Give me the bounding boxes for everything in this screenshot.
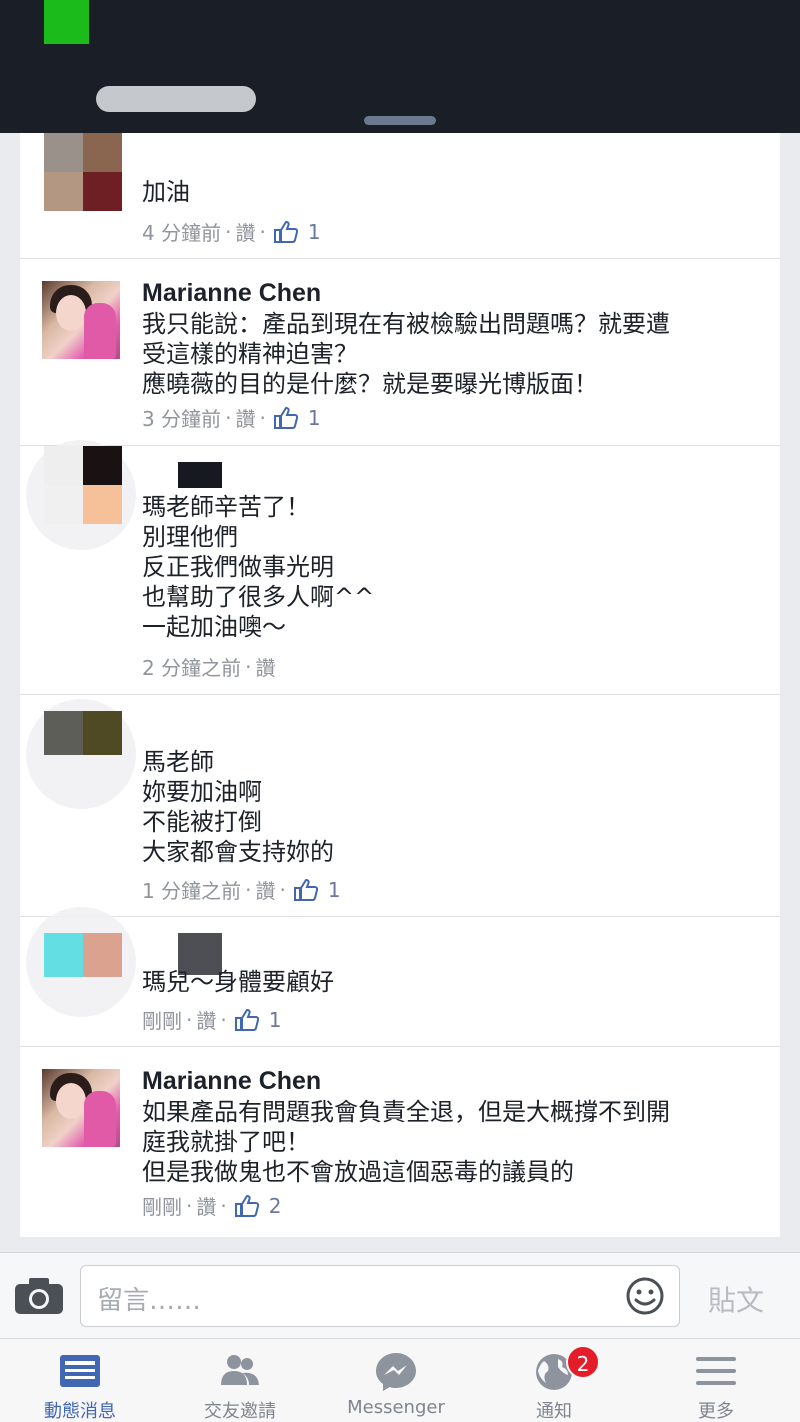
avatar[interactable] bbox=[42, 281, 120, 359]
comment-meta: 剛剛 · 讚 · 1 bbox=[142, 1005, 281, 1034]
tab-notifications[interactable]: 2 通知 bbox=[474, 1339, 634, 1422]
comment-meta: 1 分鐘之前 · 讚 · 1 bbox=[142, 875, 341, 904]
like-button[interactable]: 讚 bbox=[196, 1005, 216, 1034]
avatar[interactable] bbox=[44, 133, 122, 211]
like-button[interactable]: 讚 bbox=[196, 1191, 216, 1220]
tab-label: 動態消息 bbox=[44, 1401, 116, 1422]
avatar[interactable] bbox=[42, 1069, 120, 1147]
comment-feed: 加油 4 分鐘前 · 讚 · 1 Marianne Chen 我只能說：產品到現… bbox=[20, 133, 780, 1237]
news-feed-icon bbox=[60, 1355, 100, 1387]
comment-author[interactable]: Marianne Chen bbox=[142, 279, 321, 308]
like-button[interactable]: 讚 bbox=[235, 217, 255, 246]
thumbs-up-icon bbox=[234, 1194, 259, 1217]
comment-author[interactable]: Marianne Chen bbox=[142, 1067, 321, 1096]
comment-item: 馬老師 妳要加油啊 不能被打倒 大家都會支持妳的 1 分鐘之前 · 讚 · 1 bbox=[20, 695, 780, 917]
like-count: 1 bbox=[307, 219, 321, 244]
comment-meta: 剛剛 · 讚 · 2 bbox=[142, 1191, 281, 1220]
tab-label: 通知 bbox=[536, 1401, 572, 1422]
blurred-overlay bbox=[96, 86, 256, 112]
comment-time: 剛剛 bbox=[142, 1195, 182, 1219]
tab-label: 交友邀請 bbox=[204, 1401, 276, 1422]
comment-text: 瑪老師辛苦了！ 別理他們 反正我們做事光明 也幫助了很多人啊^^ 一起加油噢～ bbox=[142, 493, 375, 641]
status-indicator bbox=[44, 0, 89, 44]
comment-item: 加油 4 分鐘前 · 讚 · 1 bbox=[20, 133, 780, 259]
comment-text: 加油 bbox=[142, 178, 190, 206]
like-count: 1 bbox=[307, 405, 321, 430]
comment-time: 3 分鐘前 bbox=[142, 407, 222, 431]
thumbs-up-icon bbox=[273, 406, 298, 429]
comment-composer: 留言…… 貼文 bbox=[0, 1252, 800, 1338]
comment-item: Marianne Chen 我只能說：產品到現在有被檢驗出問題嗎？就要遭 受這樣… bbox=[20, 259, 780, 446]
tab-bar: 動態消息 交友邀請 Messenger 2 通知 更多 bbox=[0, 1338, 800, 1422]
comment-text: 瑪兒～身體要顧好 bbox=[142, 968, 334, 996]
comment-text: 我只能說：產品到現在有被檢驗出問題嗎？就要遭 受這樣的精神迫害？ 應曉薇的目的是… bbox=[142, 310, 670, 398]
like-count: 2 bbox=[268, 1193, 282, 1218]
redacted-name bbox=[178, 462, 222, 488]
comment-time: 2 分鐘之前 bbox=[142, 656, 242, 680]
comment-meta: 4 分鐘前 · 讚 · 1 bbox=[142, 217, 321, 246]
notification-badge: 2 bbox=[566, 1345, 600, 1379]
comment-text: 馬老師 妳要加油啊 不能被打倒 大家都會支持妳的 bbox=[142, 748, 334, 866]
comment-input[interactable]: 留言…… bbox=[80, 1265, 680, 1327]
tab-label: Messenger bbox=[347, 1397, 445, 1418]
thumbs-up-icon bbox=[273, 220, 298, 243]
comment-input-placeholder: 留言…… bbox=[97, 1286, 202, 1316]
thumbs-up-icon bbox=[234, 1008, 259, 1031]
comment-time: 剛剛 bbox=[142, 1009, 182, 1033]
messenger-icon bbox=[376, 1353, 416, 1391]
tab-news-feed[interactable]: 動態消息 bbox=[0, 1339, 160, 1422]
emoji-icon[interactable] bbox=[625, 1276, 665, 1316]
comment-meta: 3 分鐘前 · 讚 · 1 bbox=[142, 403, 321, 432]
friend-requests-icon bbox=[221, 1355, 259, 1385]
comment-item: 瑪兒～身體要顧好 剛剛 · 讚 · 1 bbox=[20, 907, 780, 1047]
drag-handle[interactable] bbox=[364, 116, 436, 125]
like-button[interactable]: 讚 bbox=[235, 403, 255, 432]
like-count: 1 bbox=[268, 1007, 282, 1032]
post-button[interactable]: 貼文 bbox=[708, 1279, 764, 1319]
comment-time: 4 分鐘前 bbox=[142, 221, 222, 245]
tab-more[interactable]: 更多 bbox=[636, 1339, 796, 1422]
avatar[interactable] bbox=[44, 446, 122, 524]
tab-messenger[interactable]: Messenger bbox=[316, 1339, 476, 1422]
comment-meta: 2 分鐘之前 · 讚 bbox=[142, 652, 275, 681]
tab-label: 更多 bbox=[698, 1401, 734, 1422]
menu-icon bbox=[696, 1357, 736, 1385]
status-bar bbox=[0, 0, 800, 133]
avatar[interactable] bbox=[44, 711, 122, 755]
like-button[interactable]: 讚 bbox=[255, 875, 275, 904]
tab-friend-requests[interactable]: 交友邀請 bbox=[160, 1339, 320, 1422]
comment-item: 瑪老師辛苦了！ 別理他們 反正我們做事光明 也幫助了很多人啊^^ 一起加油噢～ … bbox=[20, 440, 780, 695]
camera-icon[interactable] bbox=[14, 1277, 64, 1315]
thumbs-up-icon bbox=[293, 878, 318, 901]
comment-time: 1 分鐘之前 bbox=[142, 879, 242, 903]
like-button[interactable]: 讚 bbox=[255, 652, 275, 681]
comment-text: 如果產品有問題我會負責全退，但是大概撐不到開 庭我就掛了吧！ 但是我做鬼也不會放… bbox=[142, 1098, 670, 1186]
avatar[interactable] bbox=[44, 933, 122, 977]
like-count: 1 bbox=[327, 877, 341, 902]
comment-item: Marianne Chen 如果產品有問題我會負責全退，但是大概撐不到開 庭我就… bbox=[20, 1047, 780, 1237]
